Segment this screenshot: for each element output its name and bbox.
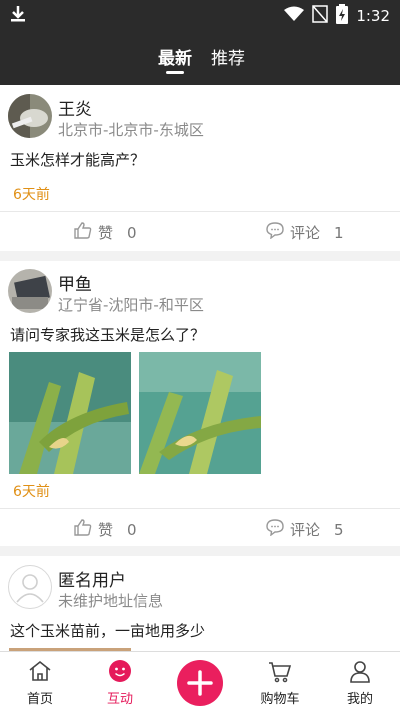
wifi-icon — [284, 6, 305, 26]
like-label: 赞 — [98, 224, 114, 242]
user-location: 辽宁省-沈阳市-和平区 — [58, 296, 204, 314]
download-icon — [10, 5, 26, 27]
comment-icon — [266, 519, 284, 540]
post-photo[interactable] — [9, 352, 131, 474]
post-time: 6天前 — [13, 484, 50, 500]
user-name: 王炎 — [58, 100, 92, 120]
add-icon — [186, 669, 214, 701]
comment-icon — [266, 222, 284, 243]
tab-recommend[interactable]: 推荐 — [211, 44, 245, 69]
comment-count: 5 — [334, 520, 344, 539]
avatar[interactable] — [8, 269, 52, 313]
nav-home[interactable]: 首页 — [0, 652, 80, 711]
thumbs-up-icon — [74, 519, 92, 540]
question-text: 玉米怎样才能高产？ — [10, 151, 146, 169]
like-label: 赞 — [98, 521, 114, 539]
question-text: 这个玉米苗前，一亩地用多少 — [10, 622, 206, 640]
comment-button[interactable]: 评论 1 — [266, 222, 344, 243]
bottom-nav: 首页 互动 购物车 我的 — [0, 651, 400, 711]
post-photo[interactable] — [139, 352, 261, 474]
user-location: 未维护地址信息 — [58, 592, 164, 610]
comment-label: 评论 — [290, 224, 321, 242]
nav-profile[interactable]: 我的 — [320, 652, 400, 711]
clock: 1:32 — [356, 7, 390, 25]
like-button[interactable]: 赞 0 — [74, 519, 137, 540]
comment-label: 评论 — [290, 521, 321, 539]
comment-button[interactable]: 评论 5 — [266, 519, 344, 540]
post-card[interactable]: 王炎 北京市-北京市-东城区 玉米怎样才能高产？ 6天前 赞 0 评论 1 — [0, 85, 400, 251]
add-post-button[interactable] — [177, 660, 223, 706]
post-card[interactable]: 甲鱼 辽宁省-沈阳市-和平区 请问专家我这玉米是怎么了？ 6天前 赞 0 评论 … — [0, 261, 400, 546]
user-location: 北京市-北京市-东城区 — [58, 121, 204, 139]
user-name: 甲鱼 — [58, 275, 92, 295]
divider — [0, 508, 400, 509]
thumbs-up-icon — [74, 222, 92, 243]
user-name: 匿名用户 — [58, 571, 126, 591]
like-count: 0 — [127, 223, 137, 242]
profile-icon — [348, 659, 372, 687]
divider — [0, 211, 400, 212]
no-sim-icon — [312, 5, 329, 27]
status-bar: 1:32 — [0, 0, 400, 28]
cart-icon — [268, 660, 292, 688]
post-card[interactable]: 匿名用户 未维护地址信息 这个玉米苗前，一亩地用多少 — [0, 556, 400, 651]
avatar[interactable] — [8, 94, 52, 138]
home-icon — [28, 660, 52, 686]
post-time: 6天前 — [13, 187, 50, 203]
nav-cart[interactable]: 购物车 — [240, 652, 320, 711]
nav-interact[interactable]: 互动 — [80, 652, 160, 711]
tab-latest[interactable]: 最新 — [158, 44, 192, 69]
battery-icon — [336, 4, 349, 28]
interact-icon — [108, 659, 132, 687]
default-avatar-icon[interactable] — [8, 565, 52, 609]
like-button[interactable]: 赞 0 — [74, 222, 137, 243]
top-tab-bar: 最新 推荐 — [0, 28, 400, 85]
active-tab-indicator — [166, 71, 184, 74]
comment-count: 1 — [334, 223, 344, 242]
like-count: 0 — [127, 520, 137, 539]
question-text: 请问专家我这玉米是怎么了？ — [10, 326, 206, 344]
